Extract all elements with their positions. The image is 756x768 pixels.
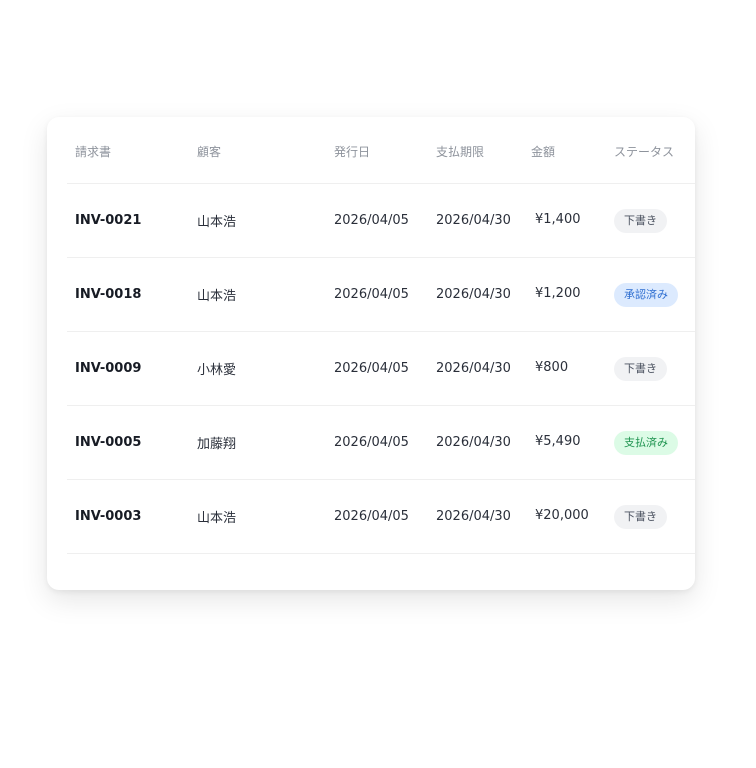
amount-value: ¥1,400 [535, 212, 581, 227]
due-date: 2026/04/30 [436, 213, 511, 228]
status-cell: 下書き [614, 332, 667, 405]
column-header-amount[interactable]: 金額 [531, 117, 555, 185]
issue-date: 2026/04/05 [334, 509, 409, 524]
status-badge: 下書き [614, 208, 667, 233]
amount: ¥1,400 [534, 184, 581, 257]
amount: ¥20,000 [534, 480, 589, 553]
table-row[interactable]: INV-0003 山本浩 2026/04/05 2026/04/30 ¥20,0… [67, 480, 695, 554]
invoice-id[interactable]: INV-0003 [75, 480, 141, 553]
customer-name: 小林愛 [197, 363, 237, 378]
status-badge: 承認済み [614, 282, 678, 307]
issue-date: 2026/04/05 [334, 361, 409, 376]
column-header-customer[interactable]: 顧客 [197, 117, 221, 185]
amount-value: ¥800 [535, 360, 569, 375]
invoice-id[interactable]: INV-0021 [75, 184, 141, 257]
issue-date: 2026/04/05 [334, 435, 409, 450]
invoice-table-card: 請求書 顧客 発行日 支払期限 金額 ステータス INV-0021 山本浩 20… [47, 117, 695, 590]
invoice-table: 請求書 顧客 発行日 支払期限 金額 ステータス INV-0021 山本浩 20… [67, 117, 695, 554]
status-cell: 下書き [614, 184, 667, 257]
status-cell: 支払済み [614, 406, 678, 479]
table-row[interactable]: INV-0009 小林愛 2026/04/05 2026/04/30 ¥800 … [67, 332, 695, 406]
issue-date: 2026/04/05 [334, 213, 409, 228]
due-date: 2026/04/30 [436, 435, 511, 450]
status-badge: 下書き [614, 356, 667, 381]
amount-value: ¥5,490 [535, 434, 581, 449]
amount: ¥1,200 [534, 258, 581, 331]
amount: ¥800 [534, 332, 568, 405]
customer-name: 山本浩 [197, 215, 237, 230]
status-cell: 下書き [614, 480, 667, 553]
status-cell: 承認済み [614, 258, 678, 331]
customer-name: 加藤翔 [197, 437, 237, 452]
customer-name: 山本浩 [197, 289, 237, 304]
customer-name: 山本浩 [197, 511, 237, 526]
table-row[interactable]: INV-0005 加藤翔 2026/04/05 2026/04/30 ¥5,49… [67, 406, 695, 480]
invoice-id[interactable]: INV-0009 [75, 332, 141, 405]
invoice-id[interactable]: INV-0018 [75, 258, 141, 331]
due-date: 2026/04/30 [436, 509, 511, 524]
issue-date: 2026/04/05 [334, 287, 409, 302]
column-header-issue-date[interactable]: 発行日 [334, 117, 370, 185]
column-header-status[interactable]: ステータス [614, 117, 674, 185]
amount-value: ¥20,000 [535, 508, 589, 523]
status-badge: 下書き [614, 504, 667, 529]
table-row[interactable]: INV-0018 山本浩 2026/04/05 2026/04/30 ¥1,20… [67, 258, 695, 332]
table-row[interactable]: INV-0021 山本浩 2026/04/05 2026/04/30 ¥1,40… [67, 184, 695, 258]
column-header-due-date[interactable]: 支払期限 [436, 117, 484, 185]
invoice-id[interactable]: INV-0005 [75, 406, 141, 479]
due-date: 2026/04/30 [436, 287, 511, 302]
amount-value: ¥1,200 [535, 286, 581, 301]
status-badge: 支払済み [614, 430, 678, 455]
due-date: 2026/04/30 [436, 361, 511, 376]
table-header-row: 請求書 顧客 発行日 支払期限 金額 ステータス [67, 117, 695, 184]
column-header-invoice[interactable]: 請求書 [75, 117, 111, 185]
page: 請求書 顧客 発行日 支払期限 金額 ステータス INV-0021 山本浩 20… [0, 0, 756, 768]
amount: ¥5,490 [534, 406, 581, 479]
